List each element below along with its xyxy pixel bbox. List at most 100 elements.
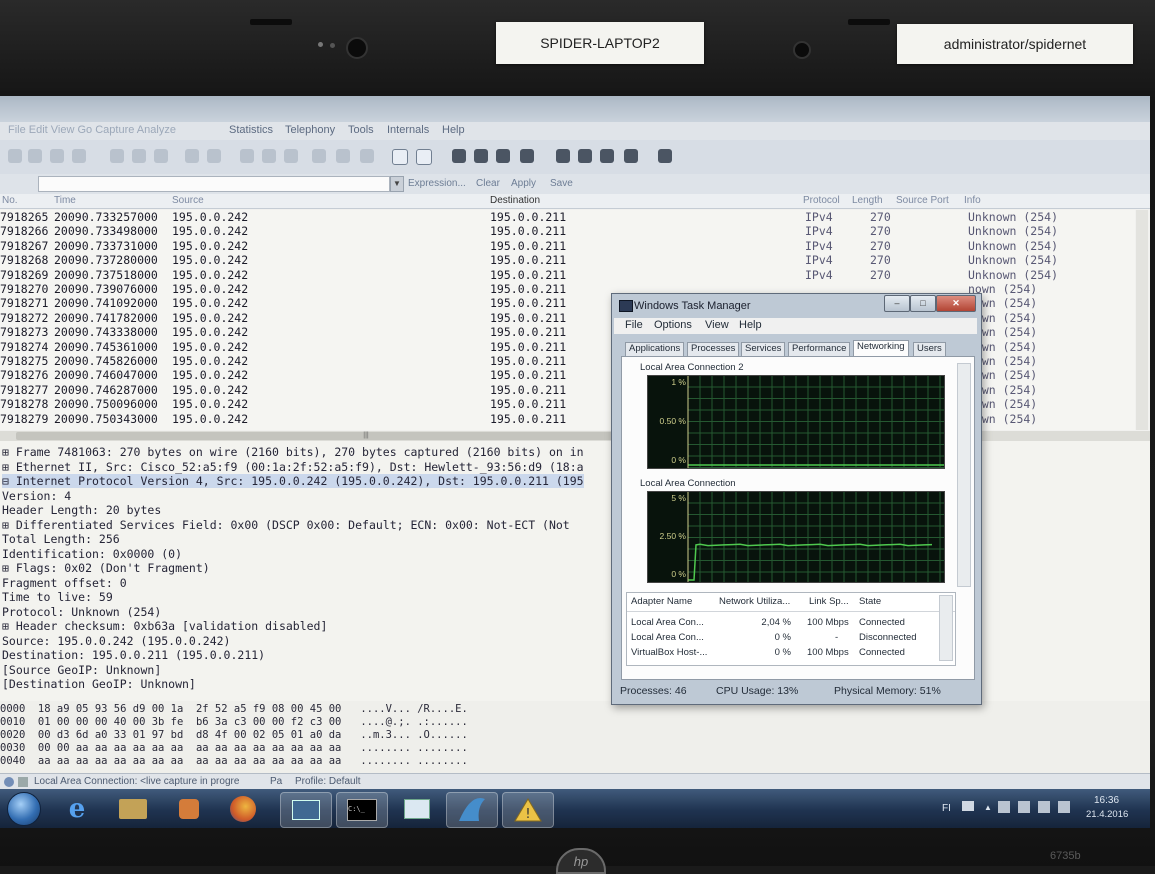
task-manager-window[interactable]: Windows Task Manager – □ ✕ File Options … xyxy=(611,293,982,705)
last-packet-icon[interactable] xyxy=(360,149,374,163)
tray-app-icon-1[interactable] xyxy=(998,801,1010,813)
close-button[interactable]: ✕ xyxy=(936,295,976,312)
col-no[interactable]: No. xyxy=(2,195,18,206)
menu-telephony[interactable]: Telephony xyxy=(285,124,335,136)
capture-options-icon[interactable] xyxy=(72,149,86,163)
adapter-row[interactable]: VirtualBox Host-... 0 % 100 Mbps Connected xyxy=(627,647,941,661)
menu-tools[interactable]: Tools xyxy=(348,124,374,136)
hex-line[interactable]: 0000 18 a9 05 93 56 d9 00 1a 2f 52 a5 f9… xyxy=(0,703,468,715)
adapter-row[interactable]: Local Area Con... 0 % - Disconnected xyxy=(627,632,941,646)
colorize-icon[interactable] xyxy=(392,149,408,165)
capture-comment-icon[interactable] xyxy=(18,777,28,787)
autoscroll-icon[interactable] xyxy=(416,149,432,165)
table-row[interactable]: 7918267 20090.733731000 195.0.0.242 195.0.0… xyxy=(0,239,1135,253)
command-prompt-icon[interactable]: C:\_ xyxy=(336,792,388,828)
network-tray-icon[interactable] xyxy=(1038,801,1050,813)
packet-list-scrollbar[interactable] xyxy=(1136,210,1148,430)
tab-performance[interactable]: Performance xyxy=(788,342,851,356)
clock-date[interactable]: 21.4.2016 xyxy=(1086,809,1128,820)
language-indicator[interactable]: FI xyxy=(942,803,951,814)
detail-line[interactable]: Fragment offset: 0 xyxy=(2,576,127,590)
profile-status[interactable]: Profile: Default xyxy=(295,776,361,787)
graph-scrollbar[interactable] xyxy=(957,363,971,587)
detail-line[interactable]: ⊞ Differentiated Services Field: 0x00 (D… xyxy=(2,518,570,532)
expert-info-icon[interactable] xyxy=(4,777,14,787)
display-filters-icon[interactable] xyxy=(578,149,592,163)
menu-item-hidden[interactable]: File Edit View Go Capture Analyze xyxy=(8,124,176,136)
col-protocol[interactable]: Protocol xyxy=(803,195,840,206)
tab-networking[interactable]: Networking xyxy=(853,340,909,356)
restart-capture-icon[interactable] xyxy=(50,149,64,163)
capture-filters-icon[interactable] xyxy=(556,149,570,163)
detail-line[interactable]: [Destination GeoIP: Unknown] xyxy=(2,677,196,691)
file-explorer-icon[interactable] xyxy=(108,792,158,826)
action-center-icon[interactable] xyxy=(962,801,974,811)
col-time[interactable]: Time xyxy=(54,195,76,206)
col-source-port[interactable]: Source Port xyxy=(896,195,949,206)
tm-menu-options[interactable]: Options xyxy=(654,319,692,331)
minimize-button[interactable]: – xyxy=(884,295,910,312)
filter-dropdown-icon[interactable]: ▼ xyxy=(390,176,404,192)
menu-statistics[interactable]: Statistics xyxy=(229,124,273,136)
save-file-icon[interactable] xyxy=(132,149,146,163)
start-button[interactable] xyxy=(2,792,46,826)
detail-line[interactable]: Total Length: 256 xyxy=(2,532,120,546)
hex-line[interactable]: 0030 00 00 aa aa aa aa aa aa aa aa aa aa… xyxy=(0,742,468,754)
clear-button[interactable]: Clear xyxy=(476,178,500,189)
detail-line[interactable]: ⊞ Frame 7481063: 270 bytes on wire (2160… xyxy=(2,445,584,459)
coloring-rules-icon[interactable] xyxy=(600,149,614,163)
reload-icon[interactable] xyxy=(185,149,199,163)
detail-line[interactable]: ⊞ Flags: 0x02 (Don't Fragment) xyxy=(2,561,210,575)
detail-line[interactable]: Identification: 0x0000 (0) xyxy=(2,547,182,561)
firefox-icon[interactable] xyxy=(218,792,268,826)
col-destination[interactable]: Destination xyxy=(490,195,540,206)
tab-processes[interactable]: Processes xyxy=(687,342,740,356)
menu-help[interactable]: Help xyxy=(442,124,465,136)
print-icon[interactable] xyxy=(207,149,221,163)
hdr-adapter-name[interactable]: Adapter Name xyxy=(631,596,692,607)
adapter-row[interactable]: Local Area Con... 2,04 % 100 Mbps Connected xyxy=(627,617,941,631)
hex-line[interactable]: 0020 00 d3 6d a0 33 01 97 bd d8 4f 00 02… xyxy=(0,729,468,741)
detail-line[interactable]: Destination: 195.0.0.211 (195.0.0.211) xyxy=(2,648,265,662)
col-info[interactable]: Info xyxy=(964,195,981,206)
go-to-packet-icon[interactable] xyxy=(312,149,326,163)
menu-internals[interactable]: Internals xyxy=(387,124,429,136)
detail-line[interactable]: Header Length: 20 bytes xyxy=(2,503,161,517)
hdr-state[interactable]: State xyxy=(859,596,881,607)
detail-line[interactable]: Version: 4 xyxy=(2,489,71,503)
resize-columns-icon[interactable] xyxy=(520,149,534,163)
zoom-out-icon[interactable] xyxy=(474,149,488,163)
tab-applications[interactable]: Applications xyxy=(625,342,685,356)
tm-menu-help[interactable]: Help xyxy=(739,319,762,331)
show-hidden-icons-icon[interactable]: ▲ xyxy=(984,803,992,812)
table-row[interactable]: 7918265 20090.733257000 195.0.0.242 195.0.0… xyxy=(0,210,1135,224)
internet-explorer-icon[interactable]: e xyxy=(52,792,102,826)
col-source[interactable]: Source xyxy=(172,195,204,206)
save-filter-button[interactable]: Save xyxy=(550,178,573,189)
go-forward-icon[interactable] xyxy=(284,149,298,163)
expression-button[interactable]: Expression... xyxy=(408,178,466,189)
table-row[interactable]: 7918266 20090.733498000 195.0.0.242 195.0.0… xyxy=(0,224,1135,238)
preferences-icon[interactable] xyxy=(624,149,638,163)
adapter-scrollbar[interactable] xyxy=(939,595,953,661)
taskmanager-taskbar-icon[interactable] xyxy=(280,792,332,828)
warning-app-icon[interactable]: ! xyxy=(502,792,554,828)
col-length[interactable]: Length xyxy=(852,195,883,206)
detail-line[interactable]: ⊞ Ethernet II, Src: Cisco_52:a5:f9 (00:1… xyxy=(2,460,584,474)
network-icon-taskbar[interactable] xyxy=(392,792,442,826)
first-packet-icon[interactable] xyxy=(336,149,350,163)
help-icon[interactable] xyxy=(658,149,672,163)
display-filter-input[interactable] xyxy=(38,176,390,192)
tm-menu-file[interactable]: File xyxy=(625,319,643,331)
tab-users[interactable]: Users xyxy=(913,342,946,356)
start-capture-icon[interactable] xyxy=(8,149,22,163)
detail-line[interactable]: [Source GeoIP: Unknown] xyxy=(2,663,161,677)
media-player-icon[interactable] xyxy=(164,792,214,826)
table-row[interactable]: 7918268 20090.737280000 195.0.0.242 195.0.0… xyxy=(0,253,1135,267)
find-packet-icon[interactable] xyxy=(240,149,254,163)
open-file-icon[interactable] xyxy=(110,149,124,163)
hdr-link-speed[interactable]: Link Sp... xyxy=(809,596,849,607)
wireshark-taskbar-icon[interactable] xyxy=(446,792,498,828)
apply-button[interactable]: Apply xyxy=(511,178,536,189)
close-file-icon[interactable] xyxy=(154,149,168,163)
